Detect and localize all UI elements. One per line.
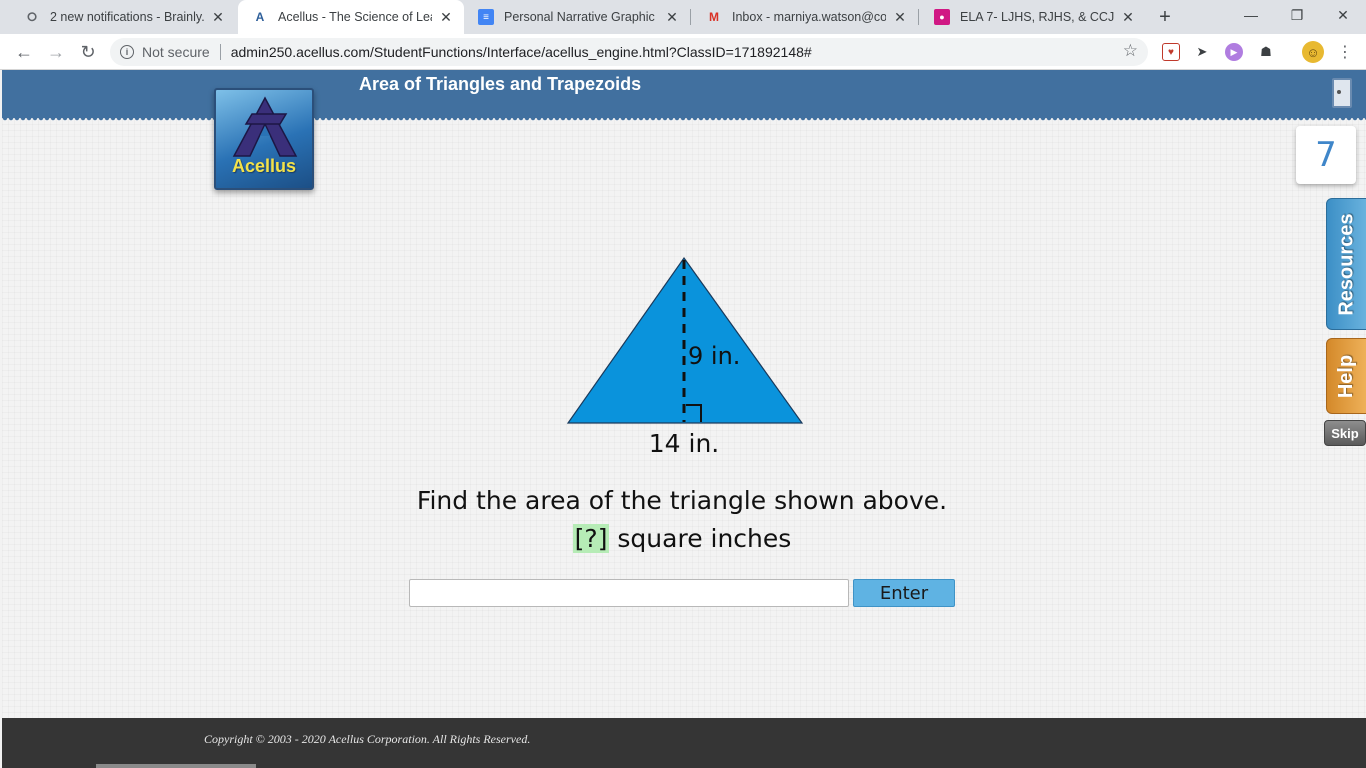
acellus-a-logo-icon	[232, 96, 298, 157]
base-label: 14 in.	[649, 429, 720, 458]
help-tab[interactable]: Help	[1326, 338, 1366, 414]
tab-separator	[918, 9, 919, 25]
minimize-icon[interactable]: —	[1228, 0, 1274, 30]
pocket-extension-icon[interactable]: ♥	[1162, 43, 1180, 61]
menu-dots-icon[interactable]: ⋮	[1336, 43, 1354, 61]
step-number-badge: 7	[1296, 126, 1356, 184]
browser-tabstrip: ⭘ 2 new notifications - Brainly.co ✕ A A…	[0, 0, 1366, 34]
question-text: Find the area of the triangle shown abov…	[302, 482, 1062, 558]
acellus-logo: Acellus	[214, 88, 314, 190]
info-icon[interactable]: i	[120, 45, 134, 59]
cursor-extension-icon[interactable]: ➤	[1193, 43, 1211, 61]
copyright-text: Copyright © 2003 - 2020 Acellus Corporat…	[204, 732, 531, 746]
close-icon[interactable]: ✕	[438, 9, 454, 25]
window-close-icon[interactable]: ✕	[1320, 0, 1366, 30]
triangle-figure: 9 in. 14 in.	[562, 250, 812, 462]
help-label: Help	[1335, 354, 1358, 398]
security-label: Not secure	[142, 44, 210, 60]
gmail-icon: M	[709, 10, 719, 24]
tab-title: Acellus - The Science of Learni	[278, 10, 432, 24]
horizontal-scrollbar-thumb[interactable]	[96, 764, 256, 768]
close-icon[interactable]: ✕	[1120, 9, 1136, 25]
exit-door-icon[interactable]	[1332, 78, 1352, 108]
close-icon[interactable]: ✕	[664, 9, 680, 25]
enter-button[interactable]: Enter	[853, 579, 955, 607]
tab-title: ELA 7- LJHS, RJHS, & CCJHS	[960, 10, 1114, 24]
browser-tab-classroom[interactable]: ● ELA 7- LJHS, RJHS, & CCJHS ✕	[920, 0, 1146, 34]
browser-toolbar: ← → ↻ i Not secure admin250.acellus.com/…	[0, 34, 1366, 70]
close-icon[interactable]: ✕	[892, 9, 908, 25]
reload-icon[interactable]: ↻	[76, 40, 100, 64]
restore-icon[interactable]: ❐	[1274, 0, 1320, 30]
height-label: 9 in.	[688, 342, 740, 370]
address-divider	[219, 44, 221, 60]
address-bar[interactable]: i Not secure admin250.acellus.com/Studen…	[110, 38, 1148, 66]
acellus-icon: A	[255, 10, 265, 24]
browser-tab-gmail[interactable]: M Inbox - marniya.watson@cone ✕	[692, 0, 918, 34]
robot-extension-icon[interactable]: ☗	[1257, 43, 1275, 61]
logo-text: Acellus	[231, 156, 297, 176]
docs-icon: ≡	[478, 9, 494, 25]
question-prompt: Find the area of the triangle shown abov…	[416, 486, 948, 515]
forward-arrow-icon[interactable]: →	[44, 40, 68, 64]
browser-tab-brainly[interactable]: ⭘ 2 new notifications - Brainly.co ✕	[10, 0, 236, 34]
question-answer-line: [?] square inches	[302, 520, 1062, 558]
back-arrow-icon[interactable]: ←	[12, 40, 36, 64]
profile-avatar[interactable]: ☺	[1302, 41, 1324, 63]
browser-tab-docs[interactable]: ≡ Personal Narrative Graphic Org ✕	[464, 0, 690, 34]
tab-title: Inbox - marniya.watson@cone	[732, 10, 886, 24]
header-band: Area of Triangles and Trapezoids	[2, 70, 1366, 122]
answer-placeholder: [?]	[572, 524, 610, 553]
play-extension-icon[interactable]: ▶	[1225, 43, 1243, 61]
resources-label: Resources	[1335, 212, 1358, 316]
answer-input[interactable]	[409, 579, 849, 607]
tab-title: 2 new notifications - Brainly.co	[50, 10, 204, 24]
bookmark-star-icon[interactable]: ☆	[1123, 41, 1138, 61]
browser-tab-acellus[interactable]: A Acellus - The Science of Learni ✕	[238, 0, 464, 34]
tab-title: Personal Narrative Graphic Org	[504, 10, 658, 24]
resources-tab[interactable]: Resources	[1326, 198, 1366, 330]
url-text[interactable]: admin250.acellus.com/StudentFunctions/In…	[231, 44, 812, 60]
footer: Copyright © 2003 - 2020 Acellus Corporat…	[2, 718, 1366, 768]
answer-unit: square inches	[617, 524, 792, 553]
brainly-icon: ⭘	[27, 9, 37, 24]
new-tab-plus-icon[interactable]: +	[1154, 6, 1176, 28]
course-title: Area of Triangles and Trapezoids	[359, 74, 642, 94]
acellus-page: Area of Triangles and Trapezoids Acellus…	[2, 70, 1366, 768]
tab-separator	[690, 9, 691, 25]
close-icon[interactable]: ✕	[210, 9, 226, 25]
classroom-icon: ●	[934, 9, 950, 25]
skip-button[interactable]: Skip	[1324, 420, 1366, 446]
